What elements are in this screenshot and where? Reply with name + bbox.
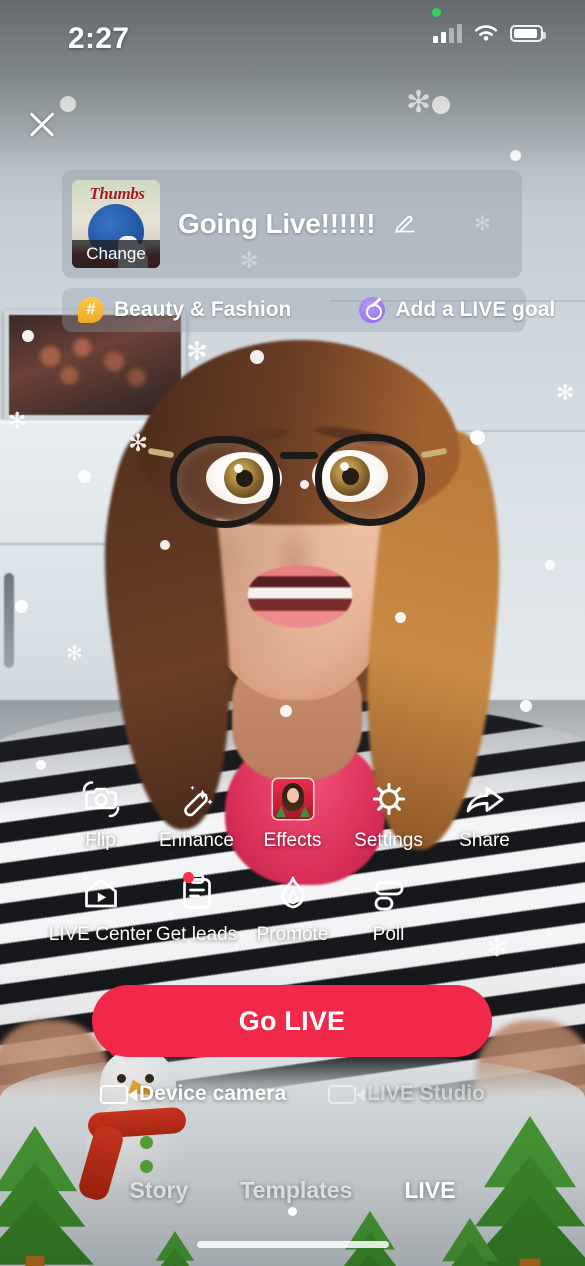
status-clock: 2:27 — [68, 22, 130, 55]
tool-settings-label: Settings — [354, 830, 423, 851]
tool-get-leads[interactable]: Get leads — [149, 870, 245, 946]
tool-poll[interactable]: Poll — [341, 870, 437, 946]
tool-live-center-label: LIVE Center — [48, 924, 153, 945]
tool-poll-label: Poll — [372, 924, 405, 945]
tools-row-2: LIVE Center Get leads Promote Poll — [0, 870, 585, 946]
chip-topic-label: Beauty & Fashion — [114, 298, 292, 321]
source-device-camera[interactable]: Device camera — [100, 1082, 286, 1106]
battery-icon — [510, 25, 546, 42]
notification-badge — [182, 872, 194, 883]
live-center-house-icon — [79, 870, 123, 916]
chip-live-goal[interactable]: Add a LIVE goal — [343, 297, 571, 323]
status-system-icons — [433, 23, 546, 43]
tool-promote-label: Promote — [256, 924, 329, 945]
source-live-studio-label: LIVE Studio — [367, 1082, 485, 1105]
tool-settings[interactable]: Settings — [341, 776, 437, 852]
tool-promote[interactable]: Promote — [245, 870, 341, 946]
mouth — [248, 566, 352, 628]
tool-flip-label: Flip — [85, 830, 116, 851]
change-thumbnail-label[interactable]: Change — [72, 240, 160, 268]
poll-bars-icon — [368, 870, 410, 916]
lens-right — [315, 434, 425, 526]
tab-live[interactable]: LIVE — [404, 1177, 455, 1204]
live-title-card[interactable]: Thumbs Change Going Live!!!!!! — [62, 170, 522, 278]
tool-get-leads-label: Get leads — [155, 924, 238, 945]
camera-in-use-dot-icon — [432, 8, 441, 17]
clipboard-icon — [178, 870, 216, 916]
broadcast-source-switch: Device camera LIVE Studio — [0, 1082, 585, 1106]
tiktok-live-setup-screen: ✻ ✻ ✻ ✻ ✻ ✻ ✻ ✻ ✻ 2:27 — [0, 0, 585, 1266]
camcorder-icon — [100, 1084, 138, 1104]
share-arrow-icon — [463, 776, 507, 822]
close-icon[interactable] — [26, 108, 58, 140]
tool-enhance-label: Enhance — [158, 830, 234, 851]
tool-share-label: Share — [459, 830, 510, 851]
tools-row-1: Flip Enhance Effects Settings Share — [0, 776, 585, 852]
thumbnail-wordmark: Thumbs — [89, 184, 145, 203]
status-bar: 2:27 — [0, 0, 585, 74]
cellular-signal-icon — [433, 23, 462, 43]
tab-templates[interactable]: Templates — [240, 1177, 352, 1204]
wifi-icon — [474, 25, 498, 41]
chip-live-goal-label: Add a LIVE goal — [395, 298, 556, 321]
live-title[interactable]: Going Live!!!!!! — [178, 208, 417, 240]
live-title-text: Going Live!!!!!! — [178, 208, 376, 239]
live-tools-grid: Flip Enhance Effects Settings Share LIVE… — [0, 776, 585, 946]
live-meta-chips: # Beauty & Fashion Add a LIVE goal — [62, 288, 555, 332]
source-device-camera-label: Device camera — [139, 1082, 287, 1105]
go-live-button[interactable]: Go LIVE — [92, 985, 492, 1057]
flame-icon — [273, 870, 313, 916]
effects-thumbnail-icon — [272, 776, 313, 822]
capture-mode-tabs: Story Templates LIVE — [0, 1177, 585, 1204]
gear-icon — [368, 776, 410, 822]
tab-story[interactable]: Story — [130, 1177, 189, 1204]
live-thumbnail[interactable]: Thumbs Change — [72, 180, 160, 268]
tool-effects[interactable]: Effects — [245, 776, 341, 852]
tool-share[interactable]: Share — [437, 776, 533, 852]
target-goal-icon — [359, 297, 386, 323]
hashtag-icon: # — [78, 297, 104, 323]
tool-flip[interactable]: Flip — [53, 776, 149, 852]
tool-effects-label: Effects — [263, 830, 322, 851]
tool-live-center[interactable]: LIVE Center — [49, 870, 152, 946]
glasses-bridge — [280, 452, 318, 459]
source-live-studio[interactable]: LIVE Studio — [328, 1082, 485, 1106]
tool-enhance[interactable]: Enhance — [149, 776, 245, 852]
magic-wand-icon — [176, 776, 218, 822]
lens-left — [170, 436, 280, 528]
camcorder-icon — [328, 1084, 366, 1104]
camera-flip-icon — [80, 776, 122, 822]
active-mode-indicator — [288, 1207, 297, 1216]
pencil-icon[interactable] — [393, 212, 417, 236]
home-indicator[interactable] — [196, 1241, 389, 1248]
chip-topic[interactable]: # Beauty & Fashion — [62, 297, 307, 323]
